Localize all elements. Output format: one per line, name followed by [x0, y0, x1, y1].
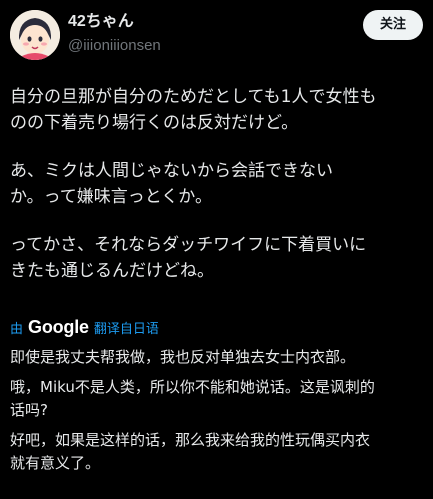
author-block[interactable]: 42ちゃん @iiioniiionsen — [68, 12, 161, 56]
tweet-header: 42ちゃん @iiioniiionsen 关注 — [10, 8, 423, 64]
translated-paragraph: 好吧，如果是这样的话，那么我来给我的性玩偶买内衣 就有意义了。 — [10, 431, 371, 472]
tweet-paragraph: 自分の旦那が自分のためだとしても1人で女性も のの下着売り場行くのは反対だけど。 — [10, 87, 377, 133]
tweet-text: 自分の旦那が自分のためだとしても1人で女性も のの下着売り場行くのは反対だけど。… — [10, 84, 424, 306]
translated-by-label: 由 — [10, 321, 24, 337]
tweet-paragraph: あ、ミクは人間じゃないから会話できない か。って嫌味言っとくか。 — [10, 161, 333, 207]
translated-paragraph: 即使是我丈夫帮我做，我也反对单独去女士内衣部。 — [10, 348, 356, 366]
avatar-icon[interactable] — [10, 10, 60, 60]
tweet-paragraph: ってかさ、それならダッチワイフに下着買いに きたも通じるんだけどね。 — [10, 235, 367, 281]
author-handle[interactable]: @iiioniiionsen — [68, 36, 161, 56]
translated-from-link[interactable]: 翻译自日语 — [94, 318, 159, 337]
google-logo: Google — [28, 316, 89, 337]
translation-attribution: 由 Google 翻译自日语 — [10, 316, 159, 338]
follow-button[interactable]: 关注 — [363, 10, 423, 40]
translated-paragraph: 哦，Miku不是人类，所以你不能和她说话。这是讽刺的 话吗? — [10, 378, 375, 419]
author-display-name[interactable]: 42ちゃん — [68, 12, 161, 32]
translated-text: 即使是我丈夫帮我做，我也反对单独去女士内衣部。 哦，Miku不是人类，所以你不能… — [10, 346, 426, 482]
